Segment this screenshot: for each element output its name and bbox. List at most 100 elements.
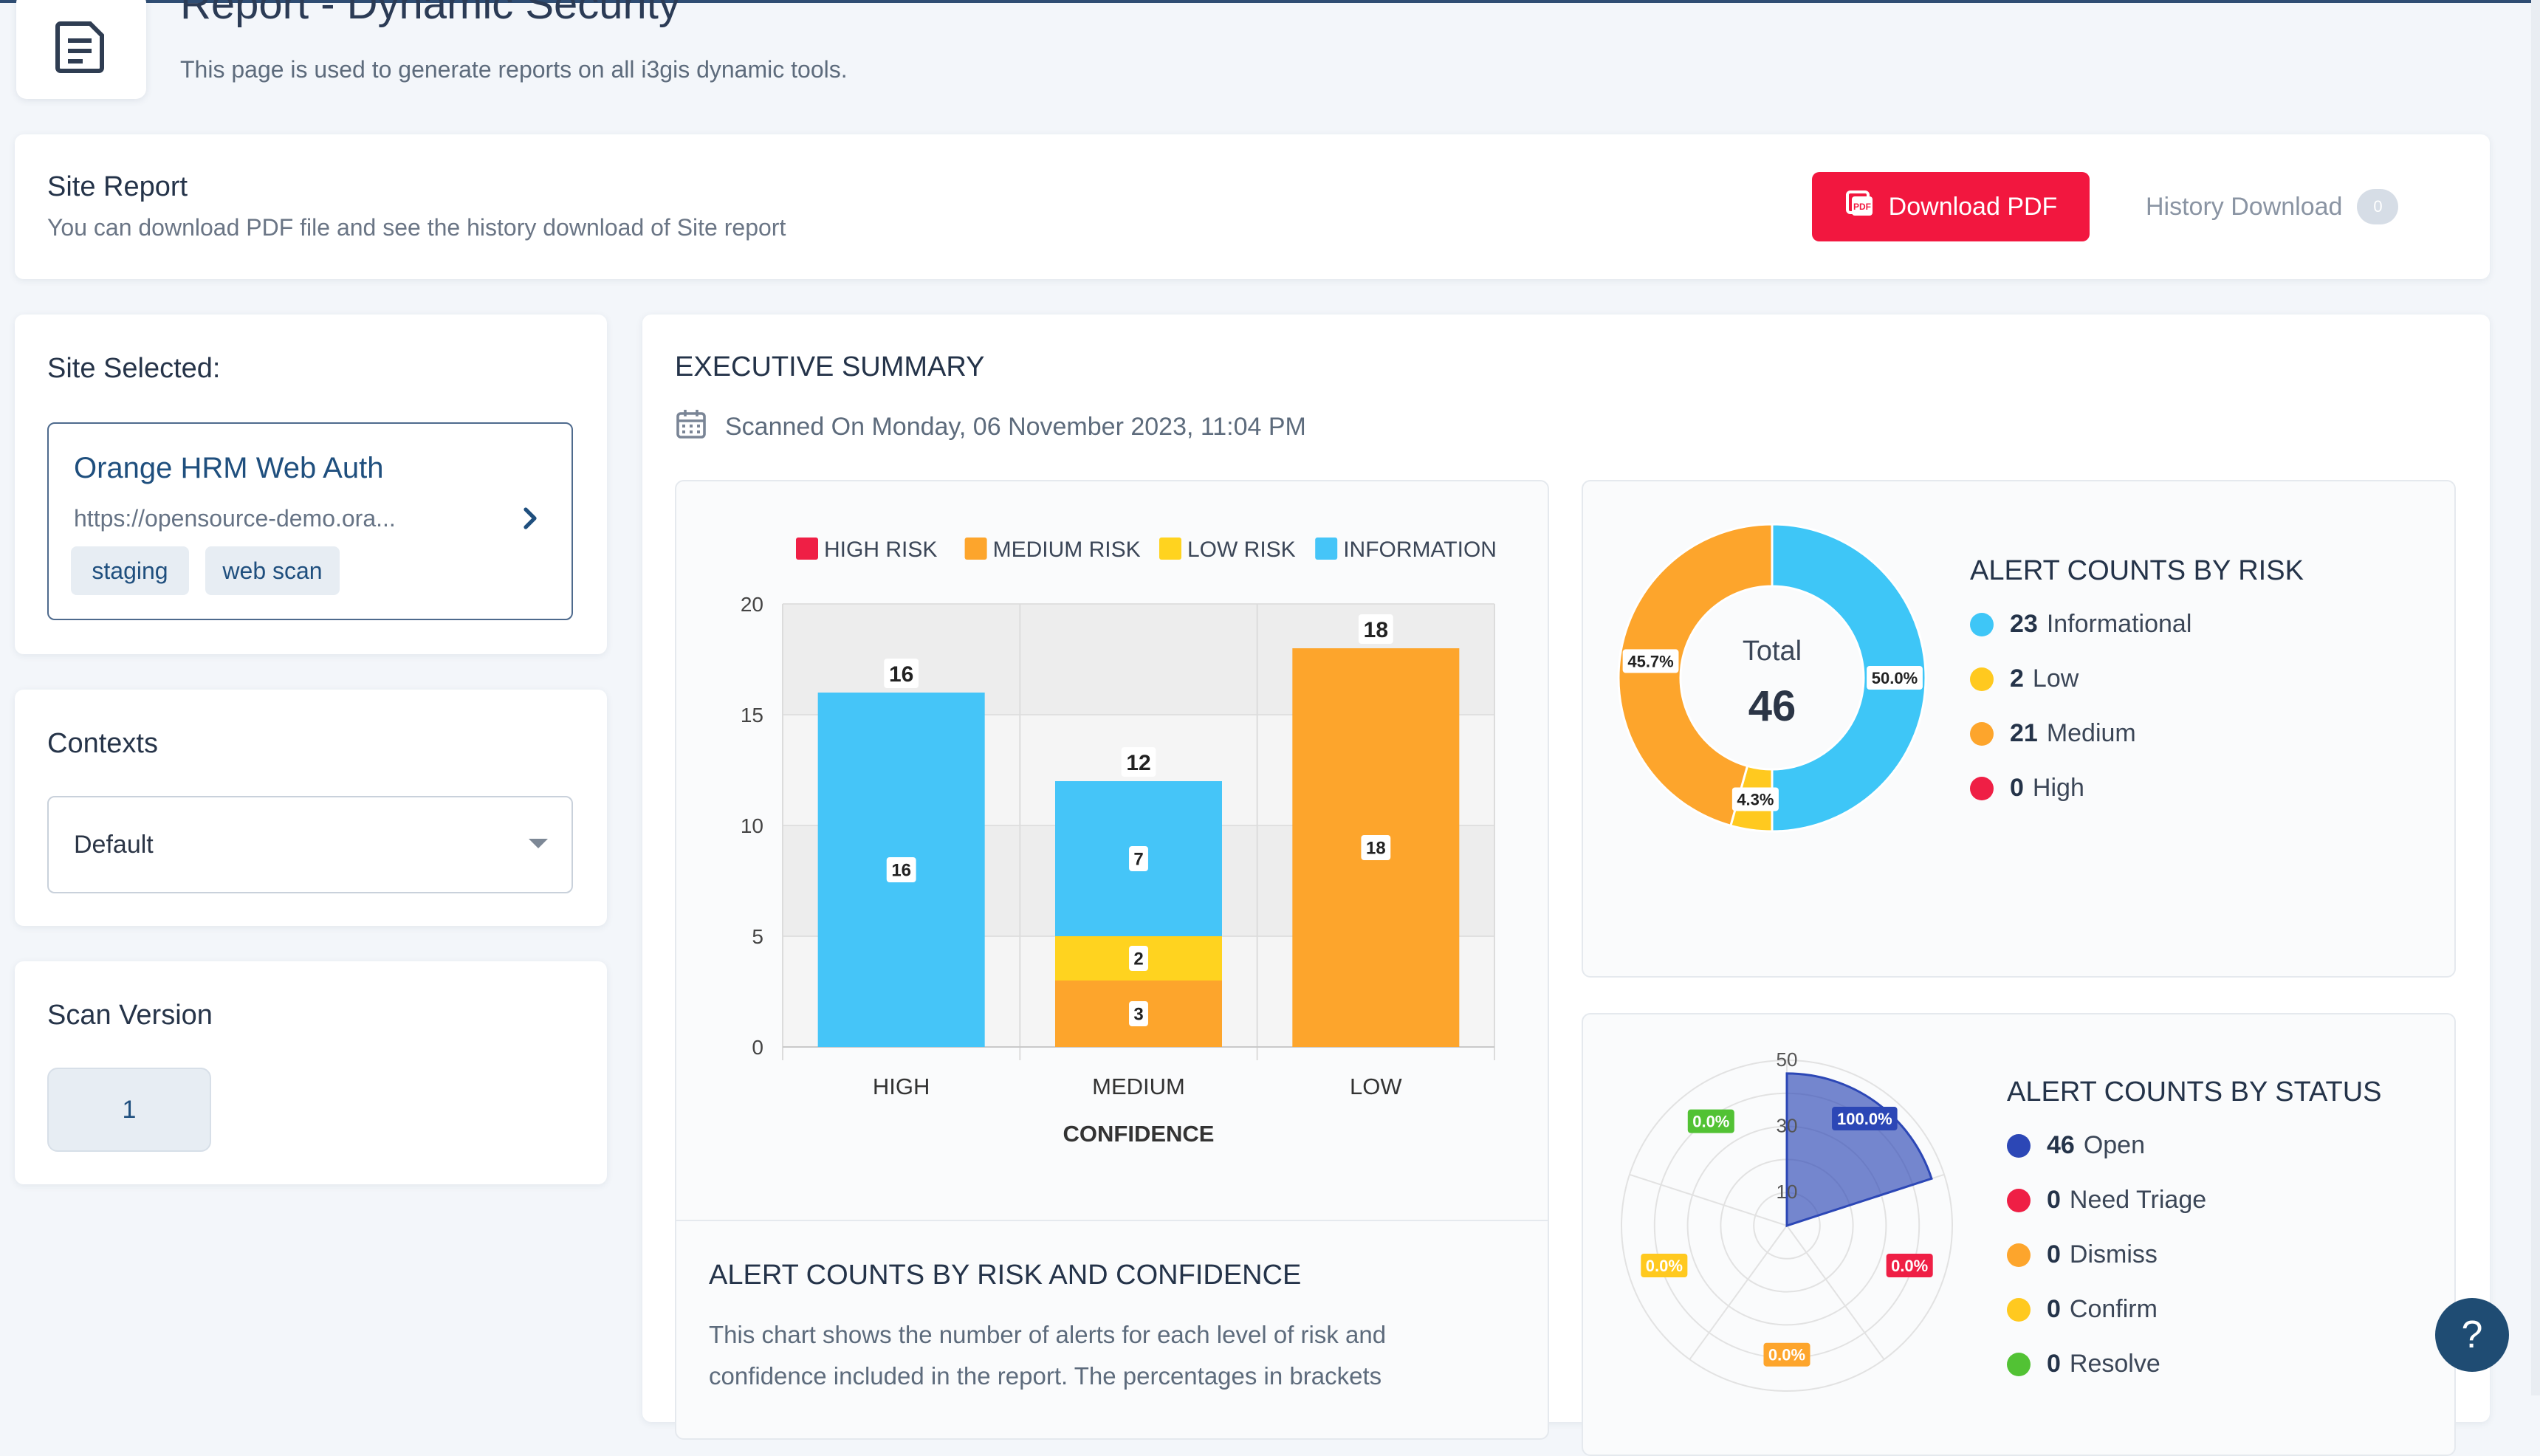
bar-data-label-text: 2 <box>1133 950 1143 969</box>
polar-segment-open <box>1785 1072 1933 1228</box>
legend-dot <box>2007 1133 2031 1158</box>
legend-label-3: INFORMATION <box>1343 538 1497 562</box>
bar-total-label: 16 <box>884 659 919 688</box>
status-legend-need-triage[interactable]: 0 Need Triage <box>2007 1186 2206 1215</box>
risk-legend-medium[interactable]: 21 Medium <box>1970 719 2136 748</box>
bar-data-label-text: 18 <box>1366 839 1386 859</box>
site-report-subtitle: You can download PDF file and see the hi… <box>47 214 786 241</box>
page-subtitle: This page is used to generate reports on… <box>180 56 848 83</box>
panel-divider <box>676 1220 1548 1221</box>
donut-percent-label: 4.3% <box>1731 787 1779 811</box>
site-name: Orange HRM Web Auth <box>74 452 384 484</box>
alert-risk-donut-chart: 50.0% 4.3% 45.7% Total 46 <box>1617 523 1927 833</box>
status-legend-confirm[interactable]: 0 Confirm <box>2007 1295 2158 1324</box>
polar-percent-label: 100.0% <box>1832 1107 1898 1131</box>
history-download-button[interactable]: History Download 0 <box>2146 172 2399 241</box>
polar-tick-label: 10 <box>1777 1181 1798 1203</box>
polar-percent-label: 0.0% <box>1886 1253 1933 1277</box>
bar-data-label-text: 16 <box>891 861 911 881</box>
bar-data-label: 18 <box>1361 835 1391 860</box>
download-pdf-button[interactable]: PDF Download PDF <box>1812 172 2090 241</box>
donut-total-label: Total <box>1743 636 1802 667</box>
polar-percent-label: 0.0% <box>1763 1342 1810 1367</box>
calendar-icon <box>675 408 707 447</box>
polar-percent-label: 0.0% <box>1687 1109 1734 1133</box>
y-tick-label: 20 <box>741 593 763 616</box>
status-legend-open[interactable]: 46 Open <box>2007 1131 2145 1160</box>
scanned-on-text: Scanned On Monday, 06 November 2023, 11:… <box>725 413 1306 441</box>
legend-count: 0 <box>2047 1240 2061 1268</box>
polar-percent-label-text: 0.0% <box>1768 1346 1805 1364</box>
bar-data-label: 7 <box>1129 846 1148 871</box>
legend-label: Resolve <box>2069 1350 2160 1378</box>
bar-total-label: 18 <box>1358 614 1393 644</box>
site-selected-label: Site Selected: <box>47 353 221 384</box>
bar-total-label-text: 18 <box>1364 618 1388 642</box>
bar-data-label: 2 <box>1129 946 1148 971</box>
legend-dot <box>2007 1243 2031 1267</box>
risk-legend-high[interactable]: 0 High <box>1970 774 2084 803</box>
polar-tick-label: 50 <box>1777 1048 1798 1071</box>
risk-legend-informational[interactable]: 23 Informational <box>1970 610 2191 639</box>
site-report-card <box>15 134 2490 279</box>
x-tick-label: MEDIUM <box>1092 1074 1185 1099</box>
alert-status-title: ALERT COUNTS BY STATUS <box>2007 1076 2382 1108</box>
y-tick-label: 5 <box>752 925 763 948</box>
status-legend-resolve[interactable]: 0 Resolve <box>2007 1350 2160 1378</box>
risk-confidence-title: ALERT COUNTS BY RISK AND CONFIDENCE <box>709 1260 1302 1291</box>
download-pdf-label: Download PDF <box>1888 192 2058 221</box>
legend-count: 21 <box>2010 719 2038 747</box>
scan-version-option[interactable]: 1 <box>47 1068 211 1152</box>
bar-data-label-text: 3 <box>1133 1005 1143 1025</box>
legend-label: Medium <box>2046 719 2136 747</box>
polar-percent-label-text: 0.0% <box>1891 1257 1928 1275</box>
donut-percent-label: 50.0% <box>1867 666 1923 690</box>
page-scrollbar[interactable] <box>2531 0 2540 1395</box>
donut-total-value: 46 <box>1748 682 1796 730</box>
tag-staging[interactable]: staging <box>71 546 189 595</box>
help-button[interactable]: ? <box>2435 1298 2509 1372</box>
legend-dot <box>2007 1352 2031 1376</box>
legend-count: 2 <box>2010 665 2024 693</box>
risk-legend-low[interactable]: 2 Low <box>1970 665 2079 693</box>
legend-count: 0 <box>2047 1186 2061 1214</box>
chevron-down-icon <box>529 839 548 848</box>
history-count-badge: 0 <box>2357 189 2399 224</box>
y-tick-label: 0 <box>752 1036 763 1059</box>
legend-count: 46 <box>2047 1131 2075 1159</box>
donut-percent-label-text: 45.7% <box>1627 652 1673 670</box>
y-tick-label: 10 <box>741 814 763 837</box>
donut-percent-label: 45.7% <box>1622 649 1679 673</box>
chevron-right-icon[interactable] <box>521 506 539 534</box>
status-legend-dismiss[interactable]: 0 Dismiss <box>2007 1240 2158 1269</box>
legend-label: High <box>2032 774 2084 802</box>
legend-count: 23 <box>2010 610 2038 638</box>
polar-grid-spoke <box>1786 1225 1885 1360</box>
polar-percent-label-text: 0.0% <box>1646 1257 1683 1275</box>
legend-dot <box>2007 1297 2031 1322</box>
legend-label-2: LOW RISK <box>1187 538 1296 562</box>
polar-grid-spoke <box>1629 1173 1788 1226</box>
legend-swatch-0 <box>796 538 818 560</box>
site-selector[interactable]: Orange HRM Web Auth https://opensource-d… <box>47 422 573 620</box>
legend-label-0: HIGH RISK <box>824 538 937 562</box>
legend-dot <box>1970 776 1994 800</box>
pdf-icon: PDF <box>1844 189 1874 225</box>
x-tick-label: HIGH <box>873 1074 930 1099</box>
legend-label: Informational <box>2046 610 2192 638</box>
legend-dot <box>1970 612 1994 636</box>
y-tick-label: 15 <box>741 704 763 727</box>
legend-count: 0 <box>2010 774 2024 802</box>
contexts-select[interactable]: Default <box>47 796 573 893</box>
bar-total-label-text: 16 <box>889 662 913 687</box>
site-report-title: Site Report <box>47 171 188 202</box>
legend-swatch-3 <box>1315 538 1338 560</box>
scanned-on: Scanned On Monday, 06 November 2023, 11:… <box>675 408 1306 447</box>
executive-summary-title: EXECUTIVE SUMMARY <box>675 351 985 382</box>
site-url: https://opensource-demo.ora... <box>74 505 396 532</box>
svg-text:PDF: PDF <box>1853 202 1871 212</box>
tag-web-scan[interactable]: web scan <box>205 546 340 595</box>
scan-version-label: Scan Version <box>47 1000 213 1031</box>
polar-grid-spoke <box>1689 1225 1788 1360</box>
legend-label: Need Triage <box>2069 1186 2207 1214</box>
